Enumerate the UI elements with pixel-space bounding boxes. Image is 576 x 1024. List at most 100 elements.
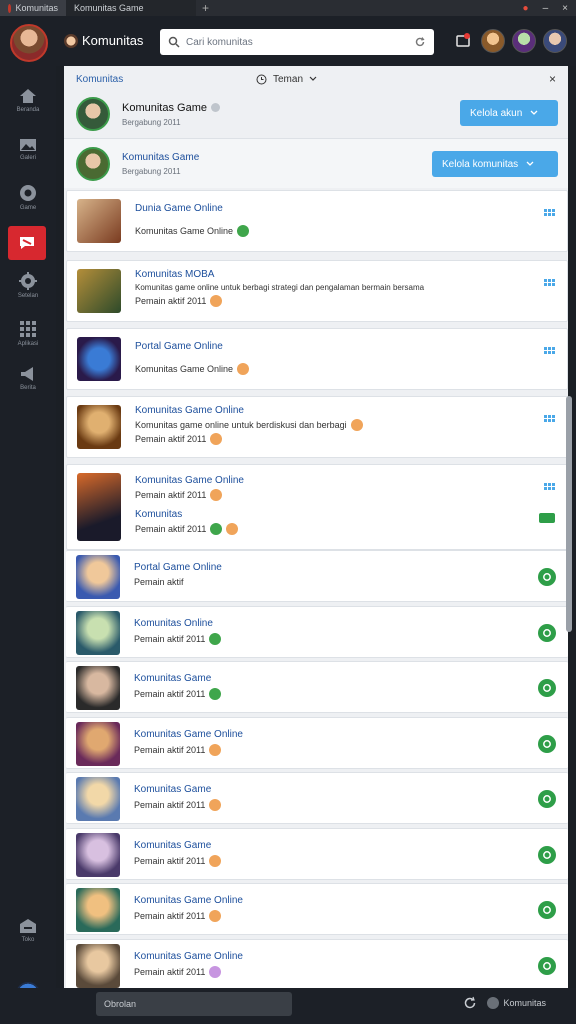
community-description: Pemain aktif 2011 xyxy=(134,966,206,977)
app-header: Komunitas xyxy=(0,16,576,66)
community-description: Pemain aktif 2011 xyxy=(134,689,206,699)
sidebar-item-label: Berita xyxy=(20,385,36,391)
sync-icon[interactable] xyxy=(463,996,477,1010)
community-panel: Komunitas Teman × Komunitas Game Bergabu… xyxy=(64,66,568,988)
sidebar-item-chat[interactable] xyxy=(8,226,46,260)
close-window-button[interactable]: × xyxy=(562,3,568,14)
community-title: Komunitas Game xyxy=(134,784,212,795)
friend-avatar[interactable] xyxy=(512,29,536,53)
list-item[interactable]: Komunitas Game Online Pemain aktif 2011 xyxy=(66,883,568,935)
new-tab-button[interactable]: + xyxy=(202,1,209,15)
community-simple-list: Portal Game Online Pemain aktif Komunitas … xyxy=(64,66,568,988)
status-emoji-icon xyxy=(209,965,222,978)
search-input[interactable] xyxy=(186,36,408,48)
community-title: Portal Game Online xyxy=(134,562,222,573)
status-check-icon xyxy=(209,632,222,645)
community-thumbnail xyxy=(76,943,120,988)
sidebar-item-gallery[interactable]: Galeri xyxy=(0,138,56,161)
status-emoji-icon xyxy=(209,854,222,867)
apps-icon xyxy=(20,321,36,337)
brand[interactable]: Komunitas xyxy=(64,33,143,48)
user-avatar[interactable] xyxy=(10,24,48,62)
online-status-icon[interactable] xyxy=(538,734,556,753)
online-status-icon[interactable] xyxy=(538,568,556,586)
community-description: Pemain aktif 2011 xyxy=(134,633,206,644)
refresh-icon[interactable] xyxy=(414,36,426,48)
list-item[interactable]: Portal Game Online Pemain aktif xyxy=(66,550,568,602)
title-bar: Komunitas Komunitas Game + ● – × xyxy=(0,0,576,16)
settings-icon xyxy=(19,272,37,290)
list-item[interactable]: Komunitas Game Pemain aktif 2011 xyxy=(66,661,568,713)
community-description: Pemain aktif 2011 xyxy=(134,855,206,866)
friend-avatar[interactable] xyxy=(543,29,567,53)
community-thumbnail xyxy=(76,721,120,766)
sidebar-item-label: Setelan xyxy=(17,293,39,299)
sidebar-item-label: Aplikasi xyxy=(17,341,39,347)
status-emoji-icon xyxy=(209,910,222,922)
notification-icon xyxy=(456,33,470,47)
community-description: Pemain aktif 2011 xyxy=(134,744,206,755)
online-status-icon[interactable] xyxy=(538,679,556,697)
search-icon xyxy=(168,36,180,48)
community-thumbnail xyxy=(76,555,120,599)
image-icon xyxy=(20,139,36,151)
sidebar-item-settings[interactable]: Setelan xyxy=(0,272,56,299)
community-description: Pemain aktif xyxy=(134,577,184,587)
sidebar-item-home[interactable]: Beranda xyxy=(0,88,56,113)
community-title: Komunitas Game xyxy=(134,673,212,684)
sidebar-item-label: Galeri xyxy=(19,155,36,161)
chat-input[interactable]: Obrolan xyxy=(96,992,292,1016)
community-thumbnail xyxy=(76,777,120,821)
community-thumbnail xyxy=(76,888,120,932)
bottom-bar: Obrolan Komunitas xyxy=(0,988,576,1024)
list-item[interactable]: Komunitas Game Online Pemain aktif 2011 xyxy=(66,938,568,988)
list-item[interactable]: Komunitas Game Pemain aktif 2011 xyxy=(66,827,568,880)
sidebar-item-label: Toko xyxy=(21,937,35,943)
brand-name: Komunitas xyxy=(82,33,144,48)
megaphone-icon xyxy=(21,367,33,381)
scrollbar[interactable] xyxy=(566,396,572,632)
status-emoji-icon xyxy=(209,743,222,756)
online-status-icon[interactable] xyxy=(538,623,556,642)
search-bar xyxy=(160,29,434,55)
community-description: Pemain aktif 2011 xyxy=(134,911,206,921)
online-status-icon[interactable] xyxy=(538,901,556,919)
globe-icon xyxy=(487,997,500,1009)
sidebar-item-news[interactable]: Berita xyxy=(0,366,56,391)
brand-logo-icon xyxy=(64,33,78,48)
app-logo-icon xyxy=(8,3,12,13)
list-item[interactable]: Komunitas Game Pemain aktif 2011 xyxy=(66,772,568,824)
status-label: Komunitas xyxy=(503,998,546,1008)
community-description: Pemain aktif 2011 xyxy=(134,800,206,810)
community-title: Komunitas Game xyxy=(134,839,212,851)
chat-icon xyxy=(20,237,34,249)
online-status-icon[interactable] xyxy=(538,845,556,864)
community-title: Komunitas Game Online xyxy=(134,895,243,906)
community-title: Komunitas Game Online xyxy=(134,950,243,962)
sidebar-item-label: Game xyxy=(19,205,37,211)
community-title: Komunitas Game Online xyxy=(134,728,243,740)
online-status-icon[interactable] xyxy=(538,956,556,975)
sidebar-item-game[interactable]: Game xyxy=(0,184,56,211)
status-button[interactable]: Komunitas xyxy=(487,997,546,1009)
list-item[interactable]: Komunitas Online Pemain aktif 2011 xyxy=(66,605,568,658)
community-title: Komunitas Online xyxy=(134,617,213,629)
tab-komunitas[interactable]: Komunitas xyxy=(0,0,66,16)
sidebar-item-apps[interactable]: Aplikasi xyxy=(0,320,56,347)
sidebar-item-label: Beranda xyxy=(16,107,40,113)
list-item[interactable]: Komunitas Game Online Pemain aktif 2011 xyxy=(66,716,568,769)
tab-label: Komunitas Game xyxy=(74,3,144,13)
online-status-icon[interactable] xyxy=(538,790,556,808)
chat-input-label: Obrolan xyxy=(104,999,137,1009)
notifications-button[interactable] xyxy=(452,30,474,52)
profile-dot-icon[interactable]: ● xyxy=(523,3,529,14)
friend-avatar[interactable] xyxy=(481,29,505,53)
community-thumbnail xyxy=(76,832,120,877)
sidebar-item-store[interactable]: Toko xyxy=(0,918,56,943)
tab-komunitas-game[interactable]: Komunitas Game xyxy=(66,0,196,16)
store-icon xyxy=(20,919,36,933)
community-thumbnail xyxy=(76,666,120,710)
minimize-button[interactable]: – xyxy=(543,3,549,14)
community-thumbnail xyxy=(76,610,120,655)
home-icon xyxy=(20,89,36,103)
